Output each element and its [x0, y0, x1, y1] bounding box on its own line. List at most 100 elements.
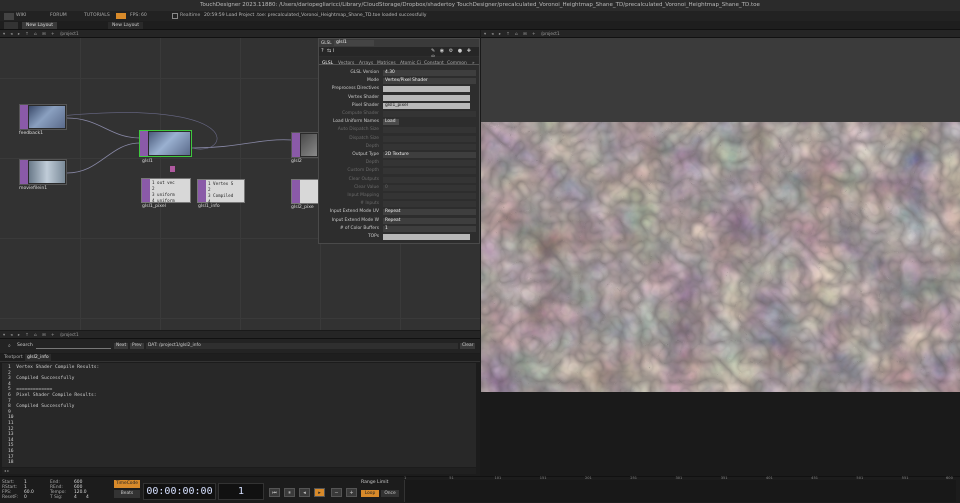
decrement-button[interactable]: −	[331, 488, 342, 497]
search-input[interactable]	[36, 343, 111, 349]
tab-arrays[interactable]: Arrays	[359, 61, 373, 66]
compare-icon[interactable]: ⇆	[327, 48, 331, 54]
layout-icon[interactable]	[4, 22, 18, 29]
param-label: Output Type	[352, 152, 379, 157]
search-icon: ⌕	[8, 343, 11, 349]
node-glsl2-pixel[interactable]	[291, 179, 319, 204]
node-thumbnail	[29, 161, 65, 183]
param-value	[383, 111, 476, 117]
param-label: # Inputs	[360, 201, 379, 207]
play-button[interactable]: ▸	[314, 488, 325, 497]
frame-display[interactable]: 1	[218, 483, 264, 500]
realtime-checkbox[interactable]	[172, 13, 178, 19]
fps-label: FPS:	[130, 13, 140, 18]
goto-start-button[interactable]: ⏮	[269, 488, 280, 497]
node-moviefilein1[interactable]	[19, 159, 67, 185]
node-glsl2[interactable]	[291, 132, 319, 158]
param-row: Vertex Shader	[319, 94, 479, 102]
output-viewer[interactable]	[481, 38, 960, 392]
param-row: Pixel Shader glsl1_pixel	[319, 102, 479, 110]
help-icon[interactable]: ?	[321, 48, 324, 54]
param-label: Vertex Shader	[347, 94, 379, 100]
param-value[interactable]: 4.30	[383, 70, 476, 76]
menu-wiki[interactable]: WIKI	[16, 12, 26, 20]
tab-glsl[interactable]: GLSL	[322, 61, 333, 66]
param-value[interactable]	[383, 234, 470, 240]
param-value[interactable]	[383, 94, 470, 101]
pane-nav-icons[interactable]: ▾ ◂ ▸ ↑ ⌂ ⊞ +	[3, 30, 56, 38]
param-row: Mode Vertex/Pixel Shader	[319, 77, 479, 85]
node-feedback1[interactable]	[19, 104, 67, 130]
menu-tutorials[interactable]: TUTORIALS	[84, 12, 110, 20]
param-row: Input Extend Mode W Repeat	[319, 217, 479, 225]
tab-more-icon[interactable]: »	[472, 61, 475, 66]
range-limit-label: Range Limit	[361, 480, 389, 485]
timecode-display[interactable]: 00:00:00:00	[143, 483, 216, 500]
search-next-button[interactable]: Next	[114, 343, 129, 349]
search-prev-button[interactable]: Prev	[130, 343, 144, 349]
step-back-button[interactable]: ◂	[299, 488, 310, 497]
tsig-a[interactable]: 4	[74, 495, 77, 500]
param-value[interactable]: Repeat	[383, 209, 476, 216]
layout-tab-2[interactable]: New Layout	[108, 22, 144, 29]
viewer-path[interactable]: /project1	[541, 30, 560, 38]
param-value	[383, 160, 476, 167]
param-value[interactable]: Vertex/Pixel Shader	[383, 78, 476, 85]
tab-atomic[interactable]: Atomic Ci	[400, 61, 421, 66]
textport-scrollbar[interactable]: ◂ ▸	[2, 468, 476, 474]
param-value[interactable]: Load	[383, 119, 399, 126]
viewer-nav-icons[interactable]: ▾ ◂ ▸ ↑ ⌂ ⊞ +	[484, 30, 537, 38]
tsig-b[interactable]: 4	[86, 495, 89, 500]
param-value[interactable]: glsl1_pixel	[383, 102, 470, 109]
param-label: Mode	[367, 78, 379, 84]
tab-matrices[interactable]: Matrices	[377, 61, 396, 66]
parameter-dialog: GLSL glsl1 ? ⇆ i ✎ ◉ ⚙ ● ✚ ◎ GLSL Vector…	[318, 38, 480, 244]
beats-toggle[interactable]: Beats	[114, 490, 140, 498]
network-path[interactable]: /project1	[60, 30, 79, 38]
dat-path-field[interactable]: DAT: /project1/glsl2_info	[146, 343, 458, 349]
tab-glsl2-info[interactable]: glsl2_info	[25, 354, 51, 362]
param-value[interactable]: 1	[383, 225, 476, 232]
node-glsl1-pixel[interactable]: 1 out vec 2 3 uniform 4 uniform	[141, 178, 191, 203]
op-name-field[interactable]: glsl1	[334, 40, 374, 46]
menu-forum[interactable]: FORUM	[50, 12, 67, 20]
fps-value: 60	[141, 13, 147, 18]
node-glsl1[interactable]	[139, 130, 192, 157]
param-row: # Inputs	[319, 200, 479, 208]
param-row: TOPs	[319, 233, 479, 241]
clear-button[interactable]: Clear	[460, 343, 476, 349]
param-label: Auto Dispatch Size	[337, 127, 379, 133]
layout-bar: New Layout New Layout	[0, 21, 960, 30]
param-toolbar: ? ⇆ i ✎ ◉ ⚙ ● ✚ ◎	[319, 47, 479, 60]
once-toggle[interactable]: Once	[381, 490, 399, 497]
node-flag-icon[interactable]	[170, 166, 175, 172]
tab-constant[interactable]: Constant	[424, 61, 444, 66]
node-glsl1-info[interactable]: 1 Vertex S23 Compiled 4	[197, 179, 245, 204]
param-row: Auto Dispatch Size	[319, 126, 479, 134]
tab-common[interactable]: Common	[447, 61, 467, 66]
param-value[interactable]: 2D Texture	[383, 152, 476, 158]
loop-toggle[interactable]: Loop	[361, 490, 379, 497]
timeline-track[interactable]	[404, 480, 956, 502]
textport-nav-icons[interactable]: ▾ ◂ ▸ ↑ ⌂ ⊞ +	[3, 331, 56, 339]
timeline-bar: Start: 1 End: 600 RStart: 1 REnd: 600 FP…	[0, 476, 960, 503]
resetf-value[interactable]: 0	[24, 495, 27, 500]
param-label: TOPs	[368, 234, 379, 239]
timecode-toggle[interactable]: TimeCode	[114, 480, 140, 488]
pause-button[interactable]: ⏸	[284, 488, 295, 497]
increment-button[interactable]: +	[346, 488, 357, 497]
textport-content[interactable]: 1 Vertex Shader Compile Results: 2 3 Compi…	[2, 363, 476, 467]
param-label: Dispatch Size	[349, 135, 379, 141]
param-value: 0	[383, 184, 476, 191]
layout-tab-1[interactable]: New Layout	[22, 22, 58, 29]
param-value	[383, 168, 476, 175]
node-thumbnail	[149, 132, 190, 155]
node-thumbnail	[29, 106, 65, 128]
tab-vectors[interactable]: Vectors	[338, 61, 354, 66]
status-message: 20:59:59 Load Project .toe: precalculate…	[204, 13, 427, 18]
param-value[interactable]: Repeat	[383, 217, 476, 224]
param-value[interactable]	[383, 86, 470, 93]
info-icon[interactable]: i	[333, 48, 334, 54]
tab-textport[interactable]: Textport	[4, 355, 23, 360]
warning-badge-icon[interactable]	[116, 13, 126, 19]
